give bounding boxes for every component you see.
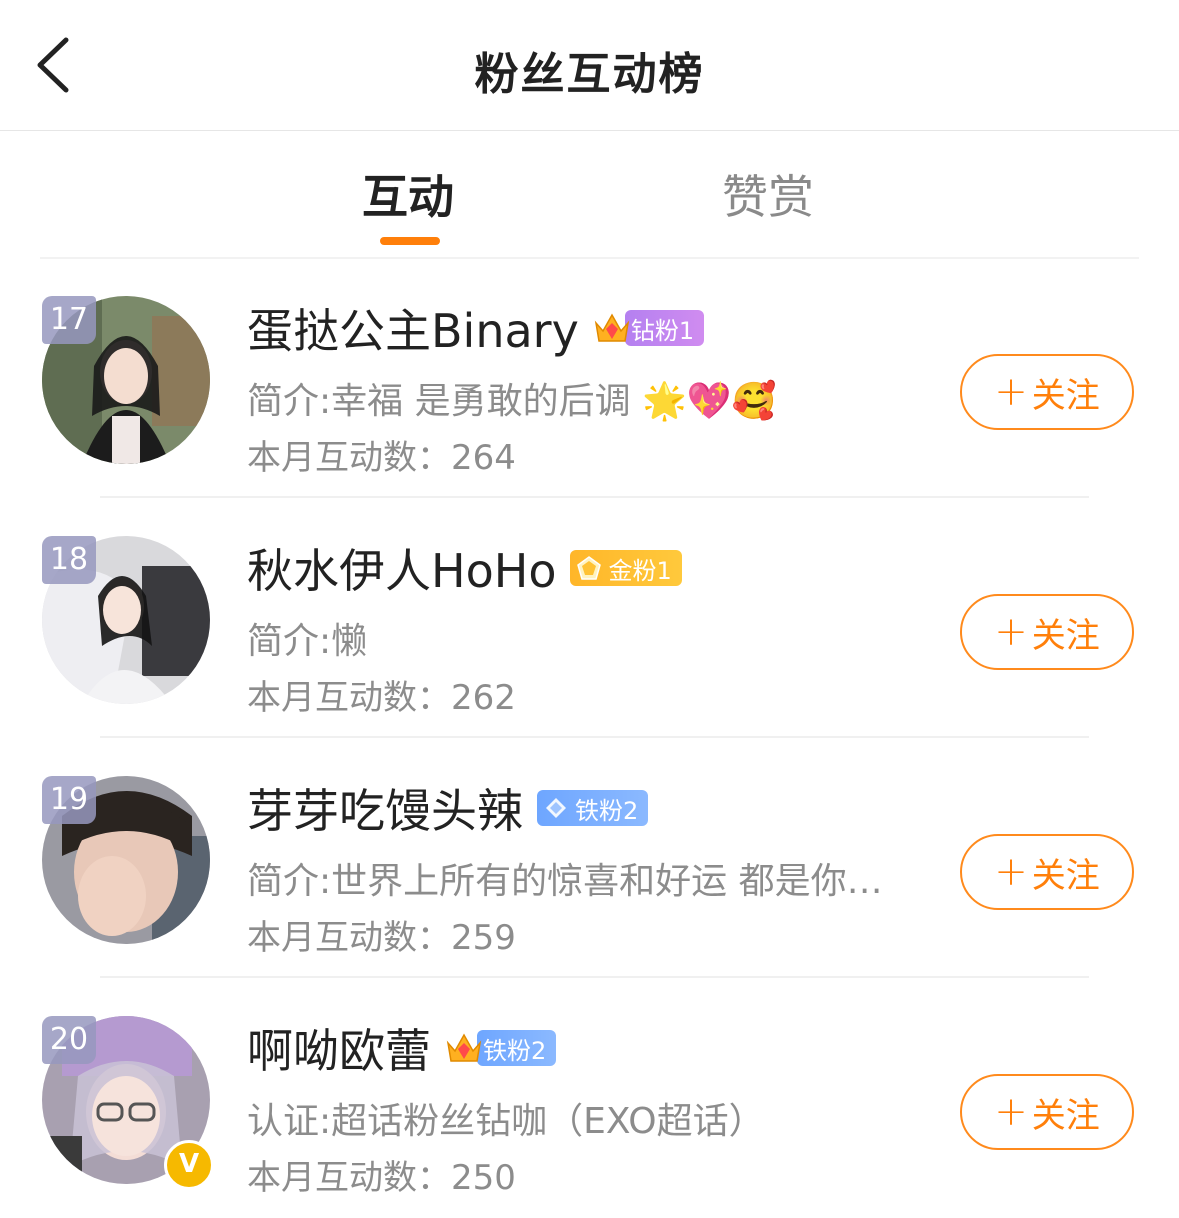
fan-bio: 简介:幸福 是勇敢的后调 🌟💖🥰: [247, 381, 777, 422]
follow-label: 关注: [1031, 375, 1100, 416]
fan-row-19[interactable]: 19 芽芽吃馒头辣 铁粉2 简介:世界上所有的惊喜和好运 都是你累… 本月互动数…: [0, 738, 1179, 978]
follow-label: 关注: [1031, 1095, 1100, 1136]
crown-icon: [445, 1029, 483, 1067]
interaction-count: 本月互动数：250: [247, 1158, 516, 1198]
rank-badge: 17: [42, 296, 96, 344]
fan-level-badge: 钻粉1: [593, 309, 705, 347]
fan-bio: 简介:懒: [247, 621, 368, 662]
rank-badge: 20: [42, 1016, 96, 1064]
follow-button[interactable]: + 关注: [960, 1074, 1134, 1150]
plus-icon: +: [994, 609, 1028, 655]
fan-row-20[interactable]: 20 V 啊呦欧蕾 铁粉2 认证:超话粉丝钻咖（EXO超话） 本月互动数：250…: [0, 978, 1179, 1218]
fan-row-18[interactable]: 18 秋水伊人HoHo 金粉1 简介:懒 本月互动数：262 + 关注: [0, 498, 1179, 738]
fan-name[interactable]: 秋水伊人HoHo: [247, 535, 556, 601]
follow-label: 关注: [1031, 615, 1100, 656]
fan-level-badge: 金粉1: [570, 550, 682, 586]
verified-v-icon: V: [164, 1140, 214, 1190]
badge-label: 铁粉2: [483, 1036, 547, 1065]
plus-icon: +: [994, 1089, 1028, 1135]
tab-reward[interactable]: 赞赏: [722, 161, 814, 227]
fan-bio: 认证:超话粉丝钻咖（EXO超话）: [247, 1101, 765, 1142]
tab-interaction[interactable]: 互动: [362, 161, 454, 227]
active-tab-indicator: [380, 237, 440, 245]
badge-label: 铁粉2: [575, 796, 639, 825]
follow-button[interactable]: + 关注: [960, 594, 1134, 670]
follow-button[interactable]: + 关注: [960, 354, 1134, 430]
follow-label: 关注: [1031, 855, 1100, 896]
fan-name-line: 芽芽吃馒头辣 铁粉2: [247, 780, 649, 838]
tab-bar: 互动 赞赏: [40, 131, 1139, 259]
fan-row-17[interactable]: 17 蛋挞公主Binary 钻粉1 简介:幸福 是勇敢的后调 🌟💖🥰 本月互动数…: [0, 258, 1179, 498]
plus-icon: +: [994, 849, 1028, 895]
interaction-count: 本月互动数：259: [247, 918, 516, 958]
fan-name[interactable]: 芽芽吃馒头辣: [247, 775, 523, 841]
gold-gem-icon: [576, 555, 602, 581]
fan-name-line: 蛋挞公主Binary 钻粉1: [247, 300, 705, 358]
page-title: 粉丝互动榜: [474, 49, 705, 100]
rank-badge: 18: [42, 536, 96, 584]
interaction-count: 本月互动数：264: [247, 438, 516, 478]
crown-icon: [593, 309, 631, 347]
follow-button[interactable]: + 关注: [960, 834, 1134, 910]
interaction-count: 本月互动数：262: [247, 678, 516, 718]
rank-badge: 19: [42, 776, 96, 824]
badge-label: 钻粉1: [630, 316, 695, 345]
fan-name-line: 秋水伊人HoHo 金粉1: [247, 540, 682, 598]
plus-icon: +: [994, 369, 1028, 415]
fan-name[interactable]: 蛋挞公主Binary: [247, 295, 579, 361]
top-bar: 粉丝互动榜: [0, 0, 1179, 131]
fan-level-badge: 铁粉2: [445, 1029, 557, 1067]
fan-level-badge: 铁粉2: [537, 790, 649, 826]
fan-bio: 简介:世界上所有的惊喜和好运 都是你累…: [247, 861, 917, 902]
diamond-icon: [543, 795, 569, 821]
fan-name-line: 啊呦欧蕾 铁粉2: [247, 1020, 557, 1078]
badge-label: 金粉1: [608, 556, 672, 585]
fan-name[interactable]: 啊呦欧蕾: [247, 1015, 431, 1081]
